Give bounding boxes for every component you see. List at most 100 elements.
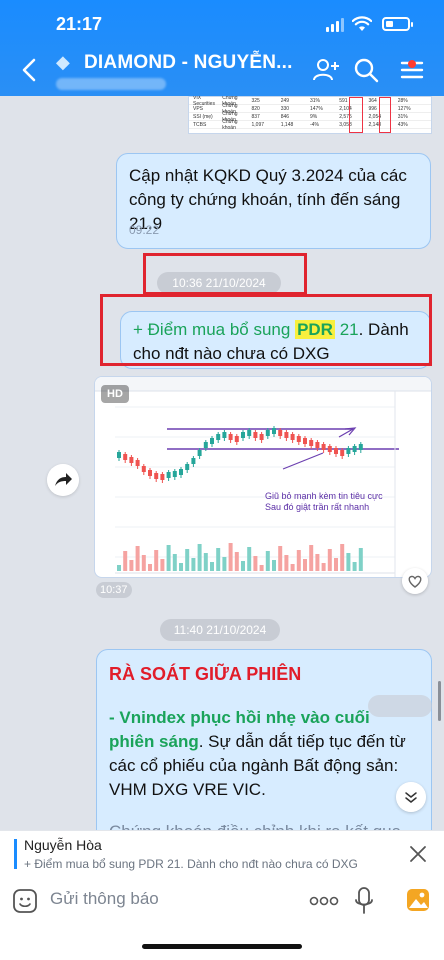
candle <box>166 472 171 478</box>
menu-button[interactable] <box>398 56 426 84</box>
scrollbar[interactable] <box>438 681 441 721</box>
chat-header: ◆ DIAMOND - NGUYỄN... <box>0 46 444 96</box>
candle <box>340 450 345 456</box>
candle <box>327 446 332 452</box>
composer: Gửi thông báo <box>0 876 444 960</box>
volume-bar <box>148 564 152 571</box>
candle <box>346 448 351 454</box>
emoji-icon[interactable] <box>12 888 38 914</box>
volume-bar <box>228 543 233 571</box>
volume-bar <box>123 551 128 571</box>
back-arrow-icon[interactable] <box>18 56 42 84</box>
reply-accent-bar <box>14 839 17 869</box>
volume-bar <box>259 565 264 571</box>
candle <box>222 432 227 438</box>
volume-bar <box>321 563 326 571</box>
volume-bar <box>272 560 276 571</box>
chat-title[interactable]: DIAMOND - NGUYỄN... <box>84 52 293 74</box>
candle <box>234 436 239 442</box>
reply-text: + Điểm mua bổ sung PDR 21. Dành cho nđt … <box>24 857 358 871</box>
floating-time-chip <box>368 695 432 717</box>
candle <box>197 450 202 456</box>
candle <box>179 469 183 475</box>
candle <box>123 454 128 460</box>
candle <box>272 428 276 434</box>
candle <box>352 446 357 452</box>
mic-icon[interactable] <box>355 886 373 916</box>
volume-bar <box>296 550 301 571</box>
volume-bar <box>358 548 363 571</box>
volume-bar <box>352 562 357 571</box>
volume-bar <box>265 551 270 571</box>
message-paragraph: - Vnindex phục hồi nhẹ vào cuối phiên sá… <box>109 708 406 799</box>
volume-bar <box>303 559 307 571</box>
status-time: 21:17 <box>56 14 103 34</box>
volume-bar <box>309 545 314 571</box>
top-bar: 21:17 ◆ DIAMOND - NGUYỄN... <box>0 0 444 96</box>
candle <box>278 430 283 436</box>
image-icon[interactable] <box>406 886 430 914</box>
notification-dot <box>408 60 416 68</box>
message-bubble[interactable]: RÀ SOÁT GIỮA PHIÊN - Vnindex phục hồi nh… <box>96 649 432 830</box>
message-input[interactable]: Gửi thông báo <box>50 889 159 909</box>
candle <box>216 434 221 440</box>
volume-bar <box>191 558 196 571</box>
volume-bar <box>241 561 245 571</box>
table-row: TCBS Chứng khoán 1,097 1,148 -4% 3,058 2,148 43… <box>189 119 431 131</box>
message-bubble[interactable]: Cập nhật KQKD Quý 3.2024 của các công ty… <box>116 153 431 249</box>
add-member-icon[interactable] <box>312 56 340 84</box>
volume-bar <box>290 564 295 571</box>
candle <box>141 466 146 472</box>
highlight-box <box>143 253 307 295</box>
volume-bar <box>216 548 221 571</box>
reply-preview[interactable]: Nguyễn Hòa + Điểm mua bổ sung PDR 21. Dà… <box>0 830 444 876</box>
volume-bar <box>327 549 332 571</box>
volume-bar <box>154 550 159 571</box>
message-text: Cập nhật KQKD Quý 3.2024 của các công ty… <box>129 166 407 233</box>
candle <box>185 464 190 470</box>
candle <box>321 444 326 450</box>
candle <box>129 457 134 463</box>
volume-bar <box>172 554 177 571</box>
message-time: 10:37 <box>96 582 132 598</box>
search-icon[interactable] <box>352 56 380 84</box>
stock-chart <box>95 377 431 577</box>
candle <box>247 430 252 436</box>
scroll-down-icon[interactable] <box>396 782 426 812</box>
more-icon[interactable] <box>309 890 339 912</box>
chart-image[interactable]: HD Giũ bỏ mạnh kèm tin tiêu cực Sau đó g… <box>94 376 432 578</box>
volume-bar <box>197 544 202 571</box>
candle <box>241 432 245 438</box>
wifi-icon <box>352 16 372 31</box>
diamond-icon: ◆ <box>56 52 70 72</box>
message-paragraph: Chứng khoán điều chỉnh khi ra kết qua ki… <box>109 820 419 830</box>
candle <box>284 432 289 438</box>
chat-subtitle-blurred <box>56 78 166 90</box>
volume-bar <box>346 553 351 571</box>
chat-area[interactable]: VIX Securities Chứng khoán 325 249 31% 591 364… <box>0 96 444 830</box>
signal-icon <box>326 18 344 32</box>
volume-bar <box>334 558 338 571</box>
volume-bar <box>185 549 190 571</box>
reply-author: Nguyễn Hòa <box>24 837 102 853</box>
date-separator: 11:40 21/10/2024 <box>160 619 280 641</box>
volume-bar <box>141 555 146 571</box>
candle <box>117 452 121 458</box>
candle <box>154 473 159 479</box>
home-indicator <box>142 944 302 949</box>
volume-bar <box>129 560 134 571</box>
volume-bar <box>117 565 121 571</box>
message-heading: RÀ SOÁT GIỮA PHIÊN <box>109 664 302 684</box>
volume-bar <box>166 545 171 571</box>
chart-annotation: Giũ bỏ mạnh kèm tin tiêu cực Sau đó giật… <box>265 491 383 512</box>
highlight-box <box>379 97 391 133</box>
candle <box>210 438 214 444</box>
volume-bar <box>160 559 165 571</box>
share-icon[interactable] <box>47 464 79 496</box>
candle <box>160 474 165 480</box>
candle <box>135 460 140 466</box>
close-icon[interactable] <box>408 844 428 864</box>
results-table-image[interactable]: VIX Securities Chứng khoán 325 249 31% 591 364… <box>188 96 432 134</box>
heart-icon[interactable] <box>402 568 428 594</box>
message-time: 09:22 <box>129 223 160 237</box>
